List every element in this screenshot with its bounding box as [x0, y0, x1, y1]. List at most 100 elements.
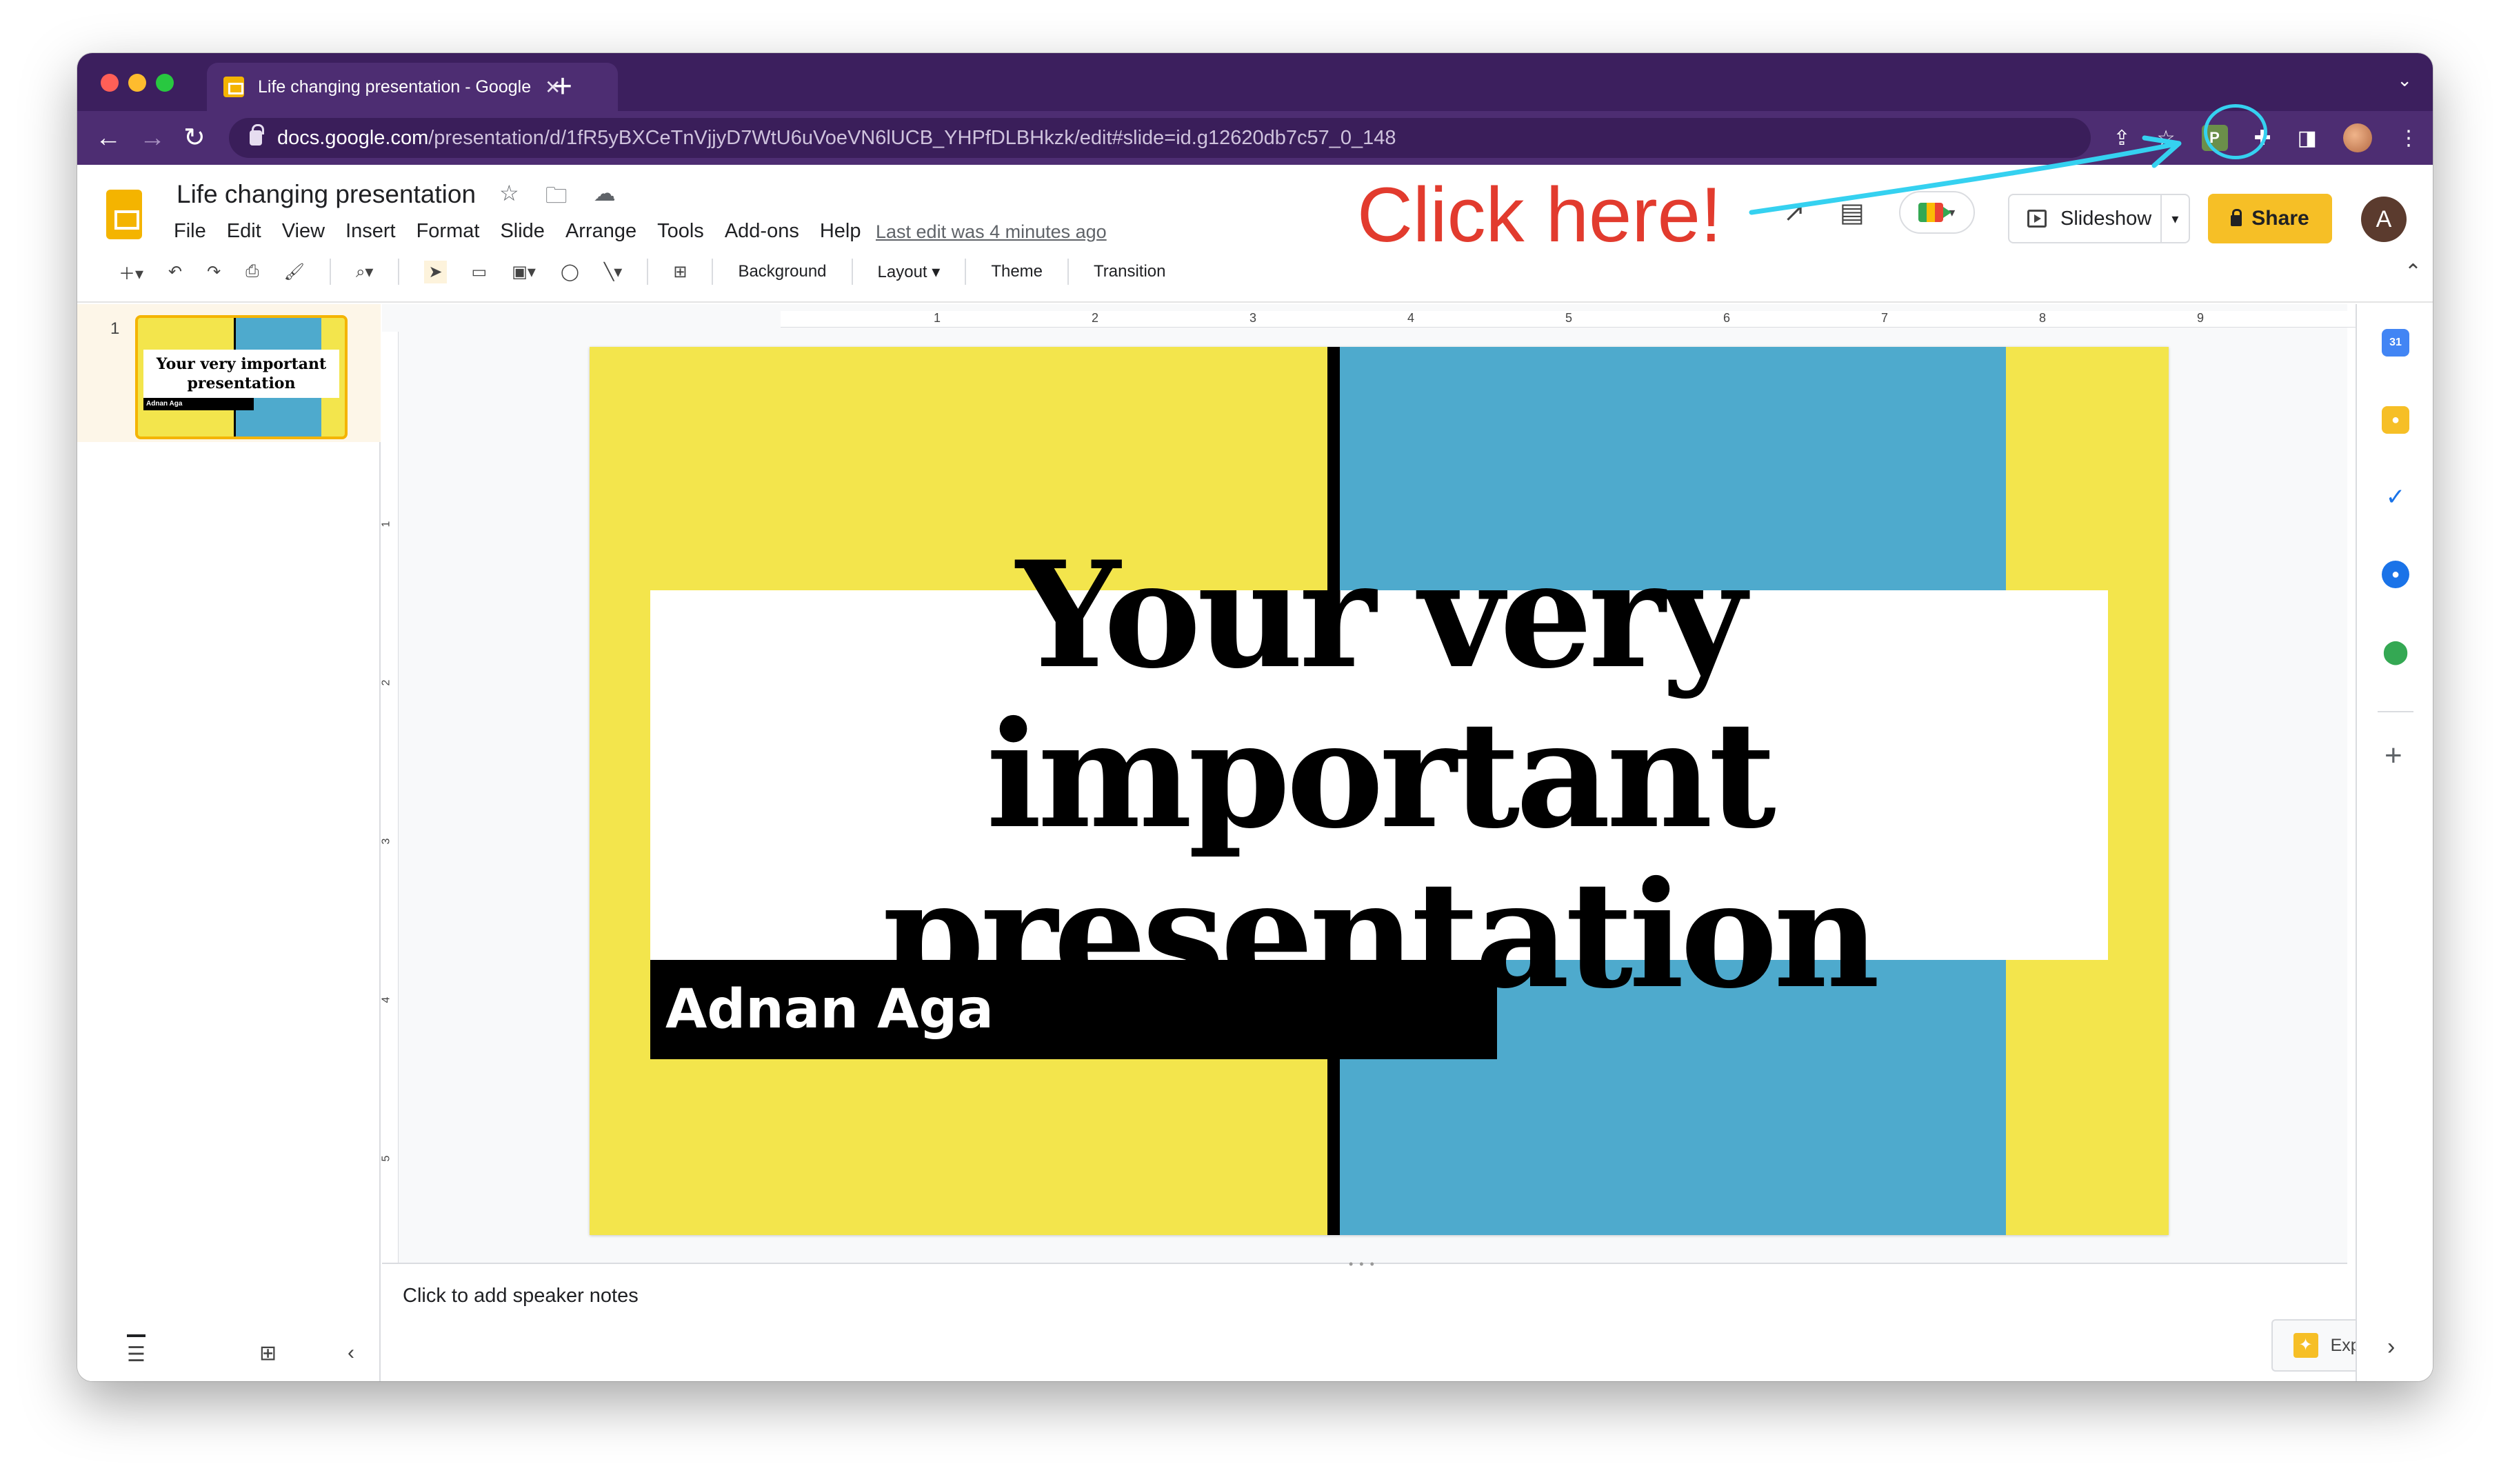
slideshow-dropdown-icon[interactable]: ▾: [2162, 210, 2189, 228]
shape-icon[interactable]: ◯: [561, 262, 579, 282]
last-edit-link[interactable]: Last edit was 4 minutes ago: [876, 221, 1107, 243]
slide-author: Adnan Aga: [665, 979, 994, 1041]
menu-file[interactable]: File: [174, 220, 206, 243]
comments-icon[interactable]: ▤: [1840, 197, 1865, 228]
activity-trend-icon[interactable]: ↗: [1783, 197, 1805, 228]
share-page-icon[interactable]: ⇪: [2113, 126, 2130, 150]
tasks-icon[interactable]: ✓: [2382, 483, 2409, 511]
move-folder-icon[interactable]: 🗀: [545, 180, 568, 217]
cloud-status-icon[interactable]: ☁: [594, 180, 616, 217]
add-comment-icon[interactable]: ⊞: [673, 262, 687, 282]
thumb-author: Adnan Aga: [143, 398, 254, 410]
maximize-window-button[interactable]: [156, 74, 174, 92]
share-button[interactable]: Share: [2208, 194, 2332, 243]
menu-addons[interactable]: Add-ons: [725, 220, 799, 243]
filmstrip: 1 Your very important presentation Adnan…: [77, 304, 381, 1381]
menu-arrange[interactable]: Arrange: [565, 220, 636, 243]
undo-icon[interactable]: ↶: [168, 262, 182, 282]
tab-strip: Life changing presentation - Google Slid…: [77, 53, 2433, 111]
collapse-chevron-icon[interactable]: ⌃: [2404, 260, 2422, 284]
browser-profile-avatar[interactable]: [2343, 123, 2372, 152]
theme-button[interactable]: Theme: [991, 262, 1043, 281]
back-arrow-icon[interactable]: ←: [95, 121, 121, 155]
slide-thumbnail-row[interactable]: 1 Your very important presentation Adnan…: [77, 304, 381, 442]
add-addon-plus-icon[interactable]: +: [2384, 739, 2402, 773]
forward-arrow-icon[interactable]: →: [139, 121, 165, 155]
zoom-icon[interactable]: ⌕▾: [356, 262, 374, 282]
slide-title-box[interactable]: Your very important presentation: [650, 535, 2108, 1015]
menu-view[interactable]: View: [282, 220, 325, 243]
slides-logo-icon[interactable]: [106, 190, 142, 239]
side-panel-icon[interactable]: ◨: [2298, 126, 2317, 150]
lock-icon: [2231, 209, 2242, 226]
ruler-mark: 4: [380, 996, 392, 1003]
url-host: docs.google.com: [277, 126, 429, 149]
menu-format[interactable]: Format: [416, 220, 480, 243]
text-box-icon[interactable]: ▭: [472, 262, 488, 282]
line-icon[interactable]: ╲▾: [604, 262, 623, 282]
menu-slide[interactable]: Slide: [500, 220, 545, 243]
slide-title: Your very important presentation: [882, 529, 1880, 1021]
calendar-icon[interactable]: 31: [2382, 329, 2409, 357]
speaker-notes[interactable]: • • • Click to add speaker notes ✦ Explo…: [382, 1257, 2411, 1381]
image-icon[interactable]: ▣▾: [512, 262, 536, 282]
select-cursor-icon[interactable]: ➤: [424, 260, 447, 283]
ruler-mark: 8: [2039, 311, 2047, 325]
new-slide-plus-icon[interactable]: ＋▾: [119, 260, 143, 284]
vertical-ruler: 1 2 3 4 5: [380, 332, 399, 1270]
transition-button[interactable]: Transition: [1094, 262, 1165, 281]
ruler-mark: 3: [1249, 311, 1257, 325]
meet-camera-icon: [1918, 203, 1952, 222]
horizontal-ruler: 1 2 3 4 5 6 7 8 9: [781, 311, 2360, 328]
kebab-menu-icon[interactable]: ⋮: [2398, 126, 2419, 150]
ruler-mark: 6: [1723, 311, 1731, 325]
filmstrip-view-icon[interactable]: ☰: [127, 1334, 145, 1367]
speaker-notes-placeholder[interactable]: Click to add speaker notes: [403, 1285, 639, 1307]
contacts-icon[interactable]: ●: [2382, 561, 2409, 588]
star-icon[interactable]: ☆: [499, 180, 519, 217]
filmstrip-footer: ☰ ⊞ ‹: [77, 1326, 381, 1381]
document-title[interactable]: Life changing presentation: [177, 180, 476, 209]
reload-icon[interactable]: ↻: [183, 121, 205, 155]
slide[interactable]: Your very important presentation Adnan A…: [590, 347, 2169, 1235]
print-icon[interactable]: ⎙: [245, 262, 259, 281]
ruler-mark: 2: [380, 679, 392, 686]
menu-tools[interactable]: Tools: [657, 220, 704, 243]
url-bar[interactable]: docs.google.com /presentation/d/1fR5yBXC…: [229, 118, 2091, 158]
resize-handle-icon[interactable]: • • •: [1349, 1257, 1376, 1272]
background-button[interactable]: Background: [738, 262, 826, 281]
expand-panel-chevron-icon[interactable]: ›: [2387, 1334, 2395, 1361]
ruler-mark: 1: [934, 311, 941, 325]
menu-insert[interactable]: Insert: [345, 220, 396, 243]
account-avatar[interactable]: A: [2361, 197, 2407, 242]
meet-button[interactable]: ▾: [1898, 191, 1975, 234]
maps-icon[interactable]: ⬤: [2382, 638, 2409, 665]
close-window-button[interactable]: [101, 74, 119, 92]
click-here-annotation: Click here!: [1357, 172, 1723, 258]
redo-icon[interactable]: ↷: [207, 262, 221, 282]
lock-icon[interactable]: [250, 124, 264, 146]
grid-view-icon[interactable]: ⊞: [259, 1341, 277, 1365]
explore-star-icon: ✦: [2293, 1333, 2318, 1358]
slide-thumbnail[interactable]: Your very important presentation Adnan A…: [135, 315, 348, 439]
new-tab-button[interactable]: +: [553, 63, 572, 111]
tab-search-chevron-icon[interactable]: ⌄: [2397, 70, 2412, 91]
menu-edit[interactable]: Edit: [227, 220, 261, 243]
collapse-filmstrip-icon[interactable]: ‹: [348, 1341, 354, 1365]
present-icon: [2027, 210, 2047, 228]
slide-author-box[interactable]: Adnan Aga: [650, 960, 1497, 1059]
slideshow-button[interactable]: Slideshow ▾: [2008, 194, 2190, 243]
minimize-window-button[interactable]: [128, 74, 146, 92]
ruler-mark: 4: [1407, 311, 1415, 325]
slides-favicon-icon: [223, 77, 244, 97]
bookmark-star-icon[interactable]: ☆: [2157, 126, 2176, 150]
editing-toolbar: ＋▾ ↶ ↷ ⎙ 🖌 ⌕▾ ➤ ▭ ▣▾ ◯ ╲▾ ⊞ Background L…: [105, 250, 2429, 293]
layout-button[interactable]: Layout ▾: [878, 262, 941, 282]
address-bar-row: ← → ↻ docs.google.com /presentation/d/1f…: [77, 111, 2433, 165]
ruler-mark: 9: [2197, 311, 2205, 325]
ruler-mark: 2: [1092, 311, 1099, 325]
menu-help[interactable]: Help: [820, 220, 861, 243]
ruler-mark: 5: [1565, 311, 1573, 325]
keep-icon[interactable]: ●: [2382, 406, 2409, 434]
paint-format-icon[interactable]: 🖌: [283, 262, 304, 282]
